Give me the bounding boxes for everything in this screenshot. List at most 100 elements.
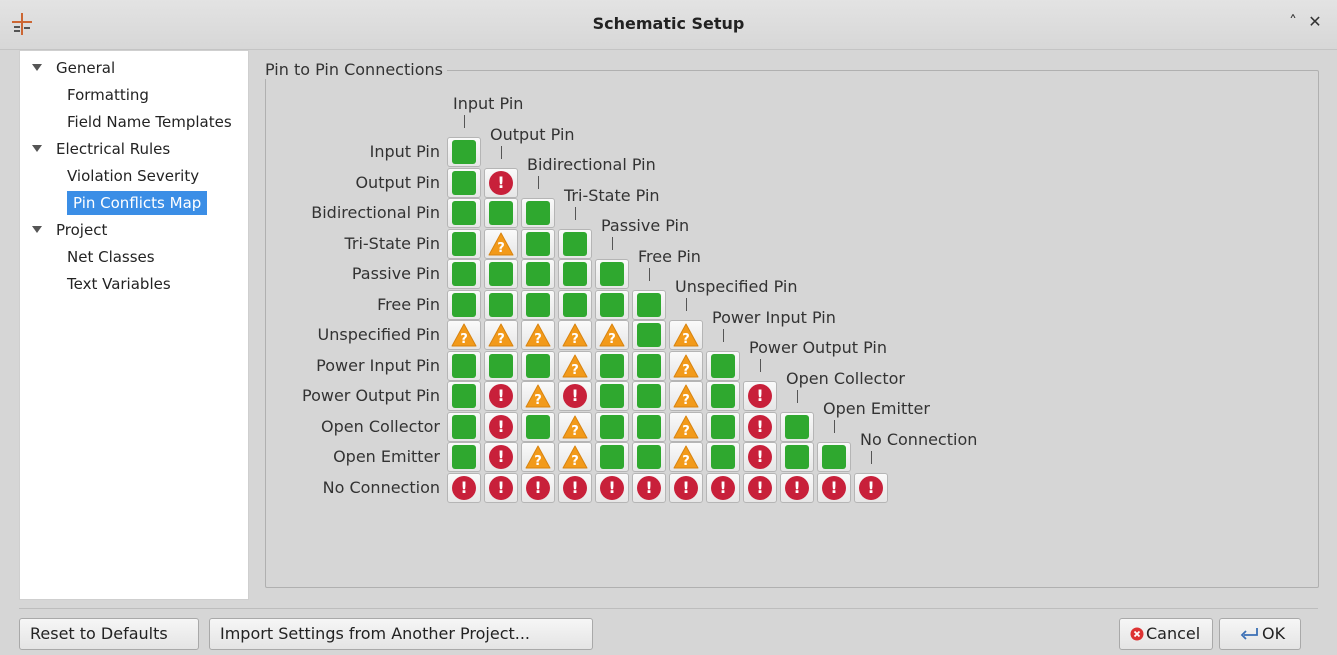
- matrix-cell[interactable]: ?: [595, 320, 629, 350]
- matrix-cell[interactable]: !: [743, 411, 777, 442]
- matrix-cell[interactable]: [447, 350, 481, 381]
- matrix-cell[interactable]: [484, 198, 518, 228]
- matrix-cell[interactable]: ?: [669, 442, 703, 472]
- column-tick: [760, 359, 761, 372]
- matrix-cell[interactable]: [447, 289, 481, 320]
- ok-button[interactable]: OK: [1219, 618, 1301, 650]
- window-shade-icon[interactable]: ˄: [1283, 12, 1303, 31]
- matrix-cell[interactable]: [521, 289, 555, 320]
- matrix-cell[interactable]: [632, 411, 666, 442]
- matrix-cell[interactable]: !: [447, 472, 481, 503]
- matrix-cell[interactable]: !: [632, 472, 666, 503]
- matrix-cell[interactable]: [632, 320, 666, 350]
- matrix-cell[interactable]: [706, 350, 740, 381]
- matrix-cell[interactable]: [521, 350, 555, 381]
- matrix-cell[interactable]: [595, 442, 629, 472]
- matrix-cell[interactable]: !: [817, 472, 851, 503]
- matrix-cell[interactable]: !: [484, 381, 518, 411]
- matrix-cell[interactable]: [595, 411, 629, 442]
- matrix-cell[interactable]: [521, 411, 555, 442]
- import-settings-button[interactable]: Import Settings from Another Project...: [209, 618, 593, 650]
- matrix-cell[interactable]: [447, 411, 481, 442]
- matrix-cell[interactable]: [521, 198, 555, 228]
- matrix-cell[interactable]: [595, 289, 629, 320]
- matrix-cell[interactable]: ?: [669, 411, 703, 442]
- matrix-cell[interactable]: [484, 350, 518, 381]
- matrix-cell[interactable]: ?: [484, 228, 518, 259]
- matrix-cell[interactable]: !: [743, 472, 777, 503]
- sidebar-item-field-name-templates[interactable]: Field Name Templates: [67, 110, 232, 134]
- error-icon: !: [489, 384, 513, 408]
- matrix-cell[interactable]: ?: [669, 381, 703, 411]
- matrix-cell[interactable]: ?: [558, 320, 592, 350]
- matrix-cell[interactable]: [447, 198, 481, 228]
- matrix-cell[interactable]: [447, 228, 481, 259]
- matrix-cell[interactable]: [595, 259, 629, 289]
- matrix-cell[interactable]: !: [521, 472, 555, 503]
- sidebar-item-general[interactable]: General: [32, 56, 115, 80]
- matrix-cell[interactable]: [706, 411, 740, 442]
- matrix-cell[interactable]: [632, 442, 666, 472]
- matrix-cell[interactable]: !: [484, 442, 518, 472]
- matrix-cell[interactable]: [780, 411, 814, 442]
- matrix-cell[interactable]: [558, 228, 592, 259]
- matrix-cell[interactable]: ?: [558, 411, 592, 442]
- matrix-cell[interactable]: ?: [669, 350, 703, 381]
- matrix-cell[interactable]: [484, 259, 518, 289]
- matrix-cell[interactable]: [632, 381, 666, 411]
- ok-square-icon: [637, 292, 661, 317]
- matrix-cell[interactable]: ?: [558, 442, 592, 472]
- matrix-cell[interactable]: [447, 381, 481, 411]
- matrix-cell[interactable]: ?: [558, 350, 592, 381]
- matrix-cell[interactable]: [447, 137, 481, 167]
- matrix-cell[interactable]: ?: [484, 320, 518, 350]
- matrix-cell[interactable]: ?: [447, 320, 481, 350]
- matrix-cell[interactable]: [780, 442, 814, 472]
- column-label: Bidirectional Pin: [527, 155, 656, 174]
- matrix-cell[interactable]: [632, 350, 666, 381]
- matrix-cell[interactable]: ?: [521, 442, 555, 472]
- matrix-cell[interactable]: [706, 381, 740, 411]
- matrix-cell[interactable]: !: [558, 381, 592, 411]
- sidebar-item-formatting[interactable]: Formatting: [67, 83, 149, 107]
- matrix-cell[interactable]: [521, 228, 555, 259]
- column-label: Open Emitter: [823, 399, 930, 418]
- ok-square-icon: [452, 231, 476, 256]
- matrix-cell[interactable]: !: [743, 442, 777, 472]
- row-label: Power Input Pin: [316, 355, 440, 375]
- matrix-cell[interactable]: [484, 289, 518, 320]
- matrix-cell[interactable]: !: [558, 472, 592, 503]
- matrix-cell[interactable]: [558, 289, 592, 320]
- matrix-cell[interactable]: [817, 442, 851, 472]
- ok-square-icon: [711, 384, 735, 408]
- matrix-cell[interactable]: [706, 442, 740, 472]
- matrix-cell[interactable]: !: [706, 472, 740, 503]
- matrix-cell[interactable]: !: [484, 411, 518, 442]
- matrix-cell[interactable]: [595, 381, 629, 411]
- matrix-cell[interactable]: ?: [669, 320, 703, 350]
- matrix-cell[interactable]: ?: [521, 381, 555, 411]
- column-tick: [723, 328, 724, 342]
- matrix-cell[interactable]: !: [595, 472, 629, 503]
- matrix-cell[interactable]: !: [854, 472, 888, 503]
- cancel-button[interactable]: Cancel: [1119, 618, 1213, 650]
- matrix-cell[interactable]: ?: [521, 320, 555, 350]
- matrix-cell[interactable]: [632, 289, 666, 320]
- matrix-cell[interactable]: !: [484, 472, 518, 503]
- expand-arrow-icon[interactable]: [32, 64, 42, 71]
- matrix-cell[interactable]: !: [669, 472, 703, 503]
- matrix-cell[interactable]: [447, 442, 481, 472]
- matrix-cell[interactable]: [447, 167, 481, 198]
- reset-defaults-button[interactable]: Reset to Defaults: [19, 618, 199, 650]
- matrix-cell[interactable]: !: [743, 381, 777, 411]
- ok-square-icon: [563, 262, 587, 286]
- matrix-cell[interactable]: !: [780, 472, 814, 503]
- matrix-cell[interactable]: [558, 259, 592, 289]
- error-icon: !: [563, 384, 587, 408]
- matrix-cell[interactable]: !: [484, 167, 518, 198]
- matrix-cell[interactable]: [595, 350, 629, 381]
- matrix-cell[interactable]: [521, 259, 555, 289]
- window-close-icon[interactable]: ✕: [1305, 12, 1325, 31]
- ok-square-icon: [452, 201, 476, 225]
- matrix-cell[interactable]: [447, 259, 481, 289]
